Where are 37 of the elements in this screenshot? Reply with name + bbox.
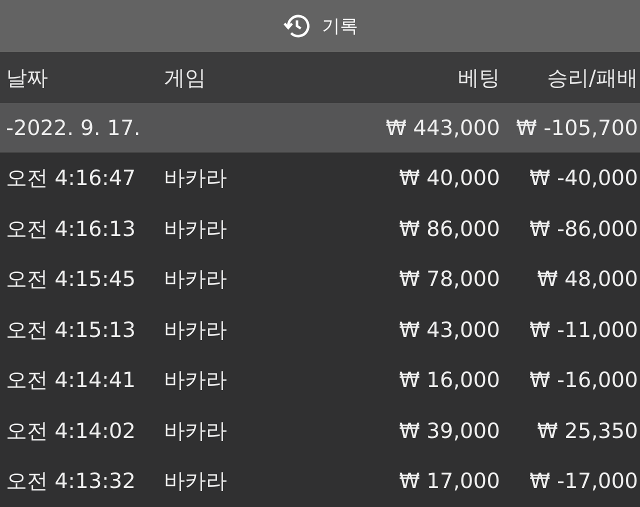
table-cell-text: ₩ 86,000 xyxy=(398,216,500,241)
table-cell-text: 오전 4:14:02 xyxy=(5,418,137,445)
total-bet: ₩ 443,000 xyxy=(384,116,500,140)
table-cell-text: ₩ 39,000 xyxy=(398,418,500,443)
table-cell-text: ₩ 17,000 xyxy=(398,469,500,494)
table-cell-text: ₩ -16,000 xyxy=(528,368,639,392)
date-group-row[interactable]: -2022. 9. 17. ₩ 443,000 ₩ -105,700 xyxy=(0,103,640,153)
column-header[interactable]: 베팅 xyxy=(290,64,500,92)
table-cell-text: 오전 4:16:47 xyxy=(5,165,137,192)
table-cell-text: 바카라 xyxy=(163,418,228,445)
table-cell-text: 오전 4:14:41 xyxy=(5,367,137,394)
table-cell-text: ₩ -11,000 xyxy=(528,318,639,342)
table-cell-text: 바카라 xyxy=(163,266,228,294)
table-cell-text: ₩ 48,000 xyxy=(536,267,639,292)
column-header[interactable]: 날짜 xyxy=(0,64,160,92)
table-cell-text: ₩ 25,350 xyxy=(536,418,639,443)
table-cell-text: 바카라 xyxy=(163,216,228,243)
table-cell-text: ₩ 43,000 xyxy=(398,318,500,342)
table-cell-text: 바카라 xyxy=(163,316,228,344)
table-cell-text: 오전 4:15:45 xyxy=(5,266,137,294)
column-header[interactable]: 승리/패배 xyxy=(500,64,640,92)
table-cell-text: 바카라 xyxy=(163,468,228,496)
column-header[interactable]: 게임 xyxy=(160,64,290,92)
table-cell-text: ₩ -86,000 xyxy=(528,216,639,241)
table-cell-text: ₩ 40,000 xyxy=(398,166,500,190)
window-title: 기록 xyxy=(322,15,358,38)
table-cell-text: 오전 4:15:13 xyxy=(5,316,137,344)
table-cell-text: ₩ 78,000 xyxy=(398,267,500,292)
total-result: ₩ -105,700 xyxy=(515,116,639,140)
table-cell-text: ₩ -40,000 xyxy=(528,166,639,190)
table-cell-text: ₩ -17,000 xyxy=(528,469,639,494)
date-text: -2022. 9. 17. xyxy=(5,116,142,140)
table-cell-text: 오전 4:13:32 xyxy=(5,468,137,496)
table-cell-text: ₩ 16,000 xyxy=(398,368,500,392)
table-cell-text: 바카라 xyxy=(163,165,228,192)
table-cell-text: 오전 4:16:13 xyxy=(5,216,137,243)
table-cell-text: 바카라 xyxy=(163,367,228,394)
